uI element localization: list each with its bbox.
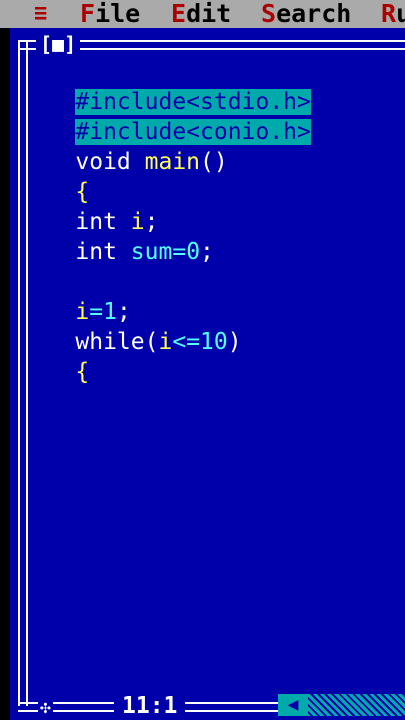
cursor-position: 11:1: [114, 692, 186, 720]
code-line-9[interactable]: while(i<=10): [20, 300, 241, 355]
menu-edit-label: dit: [186, 0, 232, 28]
code-token: <=: [172, 329, 201, 355]
code-token: sum: [130, 239, 173, 265]
menu-edit[interactable]: Edit: [171, 0, 231, 28]
menu-run-hotkey: R: [381, 0, 397, 28]
menu-search[interactable]: Search: [261, 0, 351, 28]
code-token: main: [144, 149, 201, 175]
close-box-icon: [■]: [40, 32, 77, 56]
code-line-5[interactable]: int i;: [20, 180, 158, 235]
code-line-3-text: void main(): [75, 149, 227, 175]
code-line-6[interactable]: int sum=0;: [20, 210, 214, 265]
resize-corner-icon[interactable]: ✣: [38, 697, 53, 718]
code-token: 10: [200, 329, 228, 355]
menu-edit-hotkey: E: [171, 0, 187, 28]
menu-run[interactable]: Ru: [381, 0, 405, 28]
code-token: (): [200, 149, 228, 175]
code-token: ): [227, 329, 242, 355]
code-line-6-text: int sum=0;: [75, 239, 214, 265]
menu-file[interactable]: File: [80, 0, 140, 28]
code-line-10-text: {: [75, 359, 90, 385]
code-line-7[interactable]: [20, 240, 75, 268]
code-token: int: [75, 239, 131, 265]
code-line-10[interactable]: {: [20, 330, 89, 385]
code-line-8[interactable]: i=1;: [20, 270, 130, 325]
code-line-1[interactable]: #include<stdio.h>: [20, 60, 311, 115]
menu-file-label: ile: [95, 0, 141, 28]
code-token: i: [158, 329, 173, 355]
menu-search-label: earch: [276, 0, 352, 28]
editor-window[interactable]: [■] #include<stdio.h> #include<conio.h> …: [10, 28, 405, 720]
code-line-9-text: while(i<=10): [75, 329, 241, 355]
code-token: 0: [186, 239, 201, 265]
system-menu[interactable]: ≡: [34, 0, 47, 28]
code-line-4[interactable]: {: [20, 150, 89, 205]
code-line-2[interactable]: #include<conio.h>: [20, 90, 311, 145]
code-line-3[interactable]: void main(): [20, 120, 227, 175]
menu-run-label: u: [396, 0, 405, 28]
code-token: =: [172, 239, 187, 265]
close-box-button[interactable]: [■]: [36, 32, 81, 56]
scroll-left-arrow-icon[interactable]: ◀: [278, 694, 308, 716]
code-token: ;: [200, 239, 214, 265]
menu-search-hotkey: S: [261, 0, 277, 28]
menu-bar: ≡ File Edit Search Ru: [0, 0, 405, 28]
menu-file-hotkey: F: [80, 0, 96, 28]
